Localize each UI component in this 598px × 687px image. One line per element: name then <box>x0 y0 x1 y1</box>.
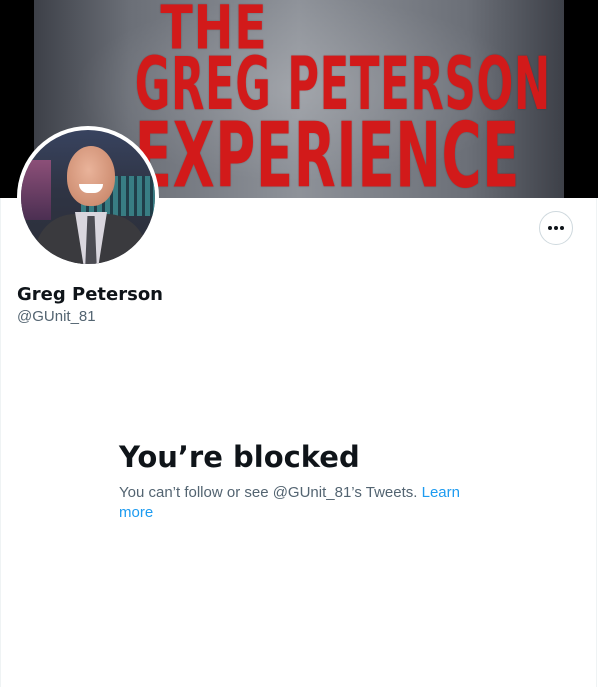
more-options-button[interactable] <box>539 211 573 245</box>
profile-display-name: Greg Peterson <box>17 284 163 305</box>
avatar-face <box>67 146 115 206</box>
banner-title-line-3: EXPERIENCE <box>134 102 521 198</box>
blocked-description-text: You can’t follow or see @GUnit_81’s Twee… <box>119 484 418 501</box>
more-horizontal-icon <box>547 225 565 231</box>
blocked-description: You can’t follow or see @GUnit_81’s Twee… <box>119 483 469 523</box>
blocked-title: You’re blocked <box>119 440 360 474</box>
profile-handle: @GUnit_81 <box>17 308 96 325</box>
avatar[interactable] <box>21 130 155 264</box>
avatar-background-left <box>21 160 51 220</box>
